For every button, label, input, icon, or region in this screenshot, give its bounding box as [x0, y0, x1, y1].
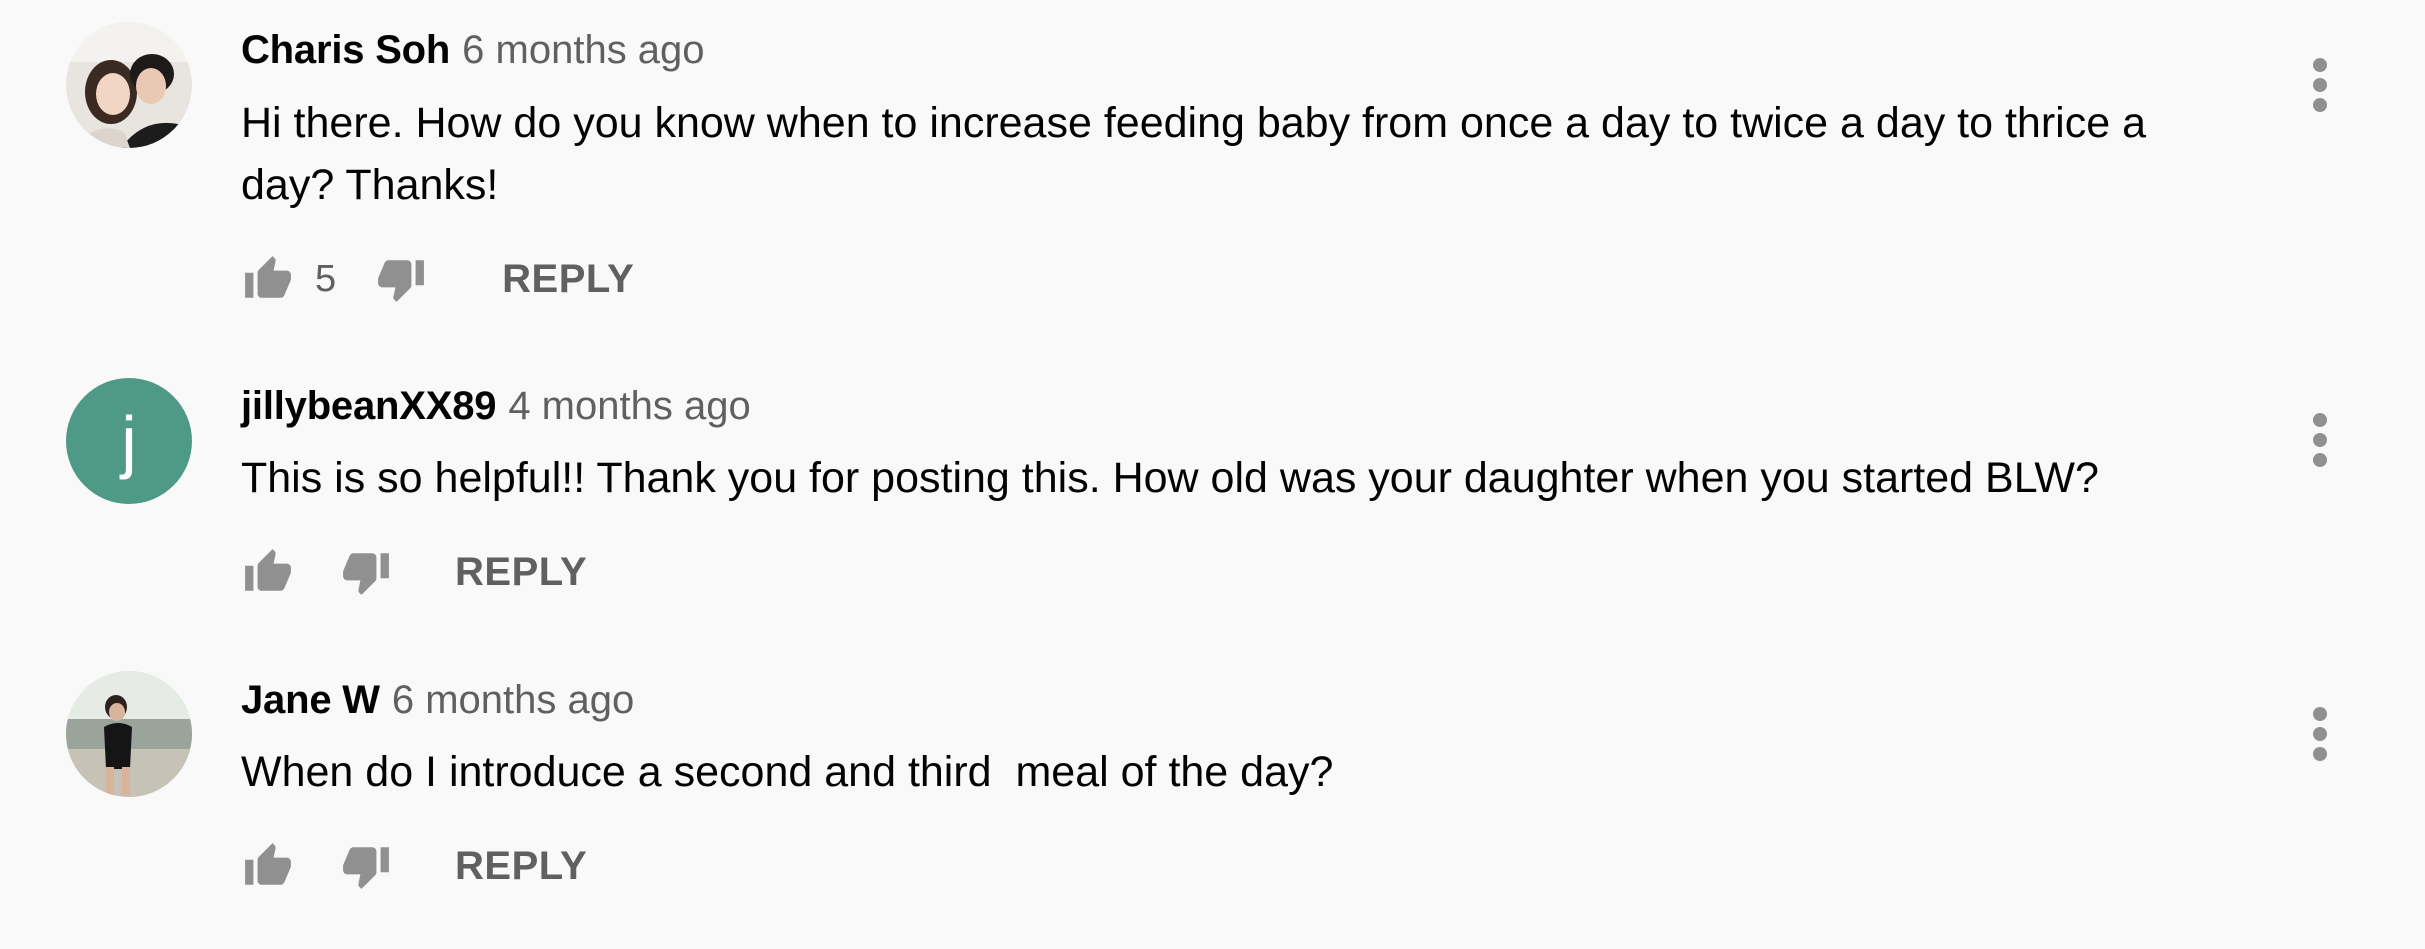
thumbs-down-icon [343, 847, 389, 889]
like-button[interactable] [241, 839, 295, 893]
more-vertical-icon [2313, 707, 2327, 761]
comment-timestamp[interactable]: 6 months ago [462, 28, 704, 72]
like-button[interactable] [241, 252, 295, 306]
more-vertical-icon [2313, 413, 2327, 467]
thumbs-up-icon [245, 843, 291, 885]
reply-button[interactable]: REPLY [502, 257, 634, 302]
thumbs-down-icon [343, 553, 389, 595]
comment-author[interactable]: jillybeanXX89 [241, 384, 497, 428]
comment-header: Jane W 6 months ago [241, 670, 634, 730]
comment-timestamp[interactable]: 6 months ago [392, 678, 634, 722]
like-button[interactable] [241, 545, 295, 599]
comment-text: This is so helpful!! Thank you for posti… [241, 454, 2099, 502]
avatar[interactable] [66, 22, 192, 148]
dislike-button[interactable] [339, 839, 393, 893]
comment-header: Charis Soh 6 months ago [241, 20, 705, 80]
dislike-button[interactable] [339, 545, 393, 599]
comment-timestamp[interactable]: 4 months ago [508, 384, 750, 428]
dislike-button[interactable] [374, 252, 428, 306]
like-count: 5 [315, 257, 337, 300]
avatar[interactable] [66, 671, 192, 797]
comment-action-bar: REPLY [241, 542, 587, 602]
reply-button[interactable]: REPLY [455, 550, 587, 595]
comment-menu-button[interactable] [2290, 45, 2350, 125]
thumbs-down-icon [378, 260, 425, 302]
thumbs-up-icon [245, 256, 291, 298]
comment-author[interactable]: Charis Soh [241, 28, 450, 72]
comment-header: jillybeanXX89 4 months ago [241, 376, 751, 436]
comment-text: When do I introduce a second and third m… [241, 748, 1334, 796]
comment-author[interactable]: Jane W [241, 678, 380, 722]
comment-text: Hi there. How do you know when to increa… [241, 99, 2158, 209]
reply-button[interactable]: REPLY [455, 844, 587, 889]
comment-menu-button[interactable] [2290, 694, 2350, 774]
comment-action-bar: 5 REPLY [241, 249, 634, 309]
more-vertical-icon [2313, 58, 2327, 112]
thumbs-up-icon [245, 549, 291, 591]
avatar[interactable]: j [66, 378, 192, 504]
comment-action-bar: REPLY [241, 836, 587, 896]
avatar-letter: j [121, 402, 137, 480]
comment-menu-button[interactable] [2290, 400, 2350, 480]
